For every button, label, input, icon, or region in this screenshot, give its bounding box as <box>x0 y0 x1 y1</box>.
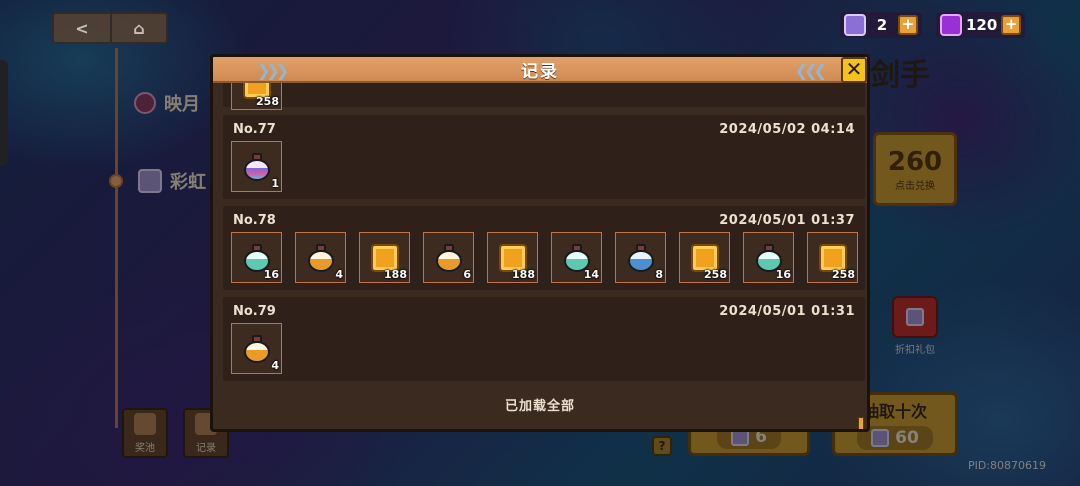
record-items: 4 <box>231 323 282 374</box>
reward-slot[interactable]: 258 <box>807 232 858 283</box>
nav-group: < ⌂ <box>52 12 168 44</box>
loaded-all-label: 已加载全部 <box>504 399 575 414</box>
home-button[interactable]: ⌂ <box>110 14 166 42</box>
add-gem-button[interactable]: + <box>1001 15 1022 35</box>
reward-qty: 14 <box>583 268 599 281</box>
record-time: 2024/05/01 01:31 <box>719 304 855 319</box>
gem-icon <box>940 14 962 36</box>
reward-slot[interactable]: 258 <box>679 232 730 283</box>
reward-slot[interactable]: 14 <box>551 232 602 283</box>
records-modal: 258 No.77 2024/05/02 04:14 1 No.78 2024/05/0… <box>210 54 870 432</box>
reward-slot[interactable]: 188 <box>359 232 410 283</box>
reward-qty: 1 <box>271 177 279 190</box>
modal-header: ❯❯❯ 记录 ❮❮❮ ✕ <box>213 57 867 83</box>
close-button[interactable]: ✕ <box>841 57 867 83</box>
record-number: No.77 <box>233 122 276 137</box>
record-row: No.78 2024/05/01 01:37 16 4 188 6 188 14 8 258 16 2… <box>223 206 865 290</box>
header-decor-icon: ❯❯❯ <box>257 61 289 80</box>
potion-icon <box>242 334 272 363</box>
gem-currency: 120 + <box>936 12 1026 38</box>
record-number: No.78 <box>233 213 276 228</box>
reward-slot[interactable]: 6 <box>423 232 474 283</box>
reward-qty: 16 <box>775 268 791 281</box>
reward-qty: 188 <box>512 268 535 281</box>
reward-qty: 4 <box>271 359 279 372</box>
reward-slot[interactable]: 188 <box>487 232 538 283</box>
record-time: 2024/05/01 01:37 <box>719 213 855 228</box>
reward-qty: 6 <box>463 268 471 281</box>
reward-slot[interactable]: 4 <box>295 232 346 283</box>
potion-icon <box>626 243 656 272</box>
ticket-count: 2 <box>876 16 888 34</box>
ticket-icon <box>844 14 866 36</box>
reward-qty: 188 <box>384 268 407 281</box>
record-row: No.79 2024/05/01 01:31 4 <box>223 297 865 381</box>
record-time: 2024/05/02 04:14 <box>719 122 855 137</box>
reward-slot[interactable]: 4 <box>231 323 282 374</box>
reward-qty: 258 <box>256 95 279 108</box>
home-icon: ⌂ <box>133 18 145 38</box>
back-icon: < <box>75 18 89 38</box>
reward-qty: 16 <box>263 268 279 281</box>
record-items: 1 <box>231 141 282 192</box>
potion-icon <box>306 243 336 272</box>
scrollbar-thumb[interactable] <box>858 417 864 429</box>
reward-slot[interactable]: 16 <box>231 232 282 283</box>
reward-qty: 4 <box>335 268 343 281</box>
ticket-currency: 2 + <box>840 12 922 38</box>
record-items: 16 4 188 6 188 14 8 258 16 258 <box>231 232 858 283</box>
gem-count: 120 <box>966 16 998 34</box>
reward-slot[interactable]: 8 <box>615 232 666 283</box>
reward-slot[interactable]: 1 <box>231 141 282 192</box>
potion-icon <box>434 243 464 272</box>
reward-qty: 258 <box>832 268 855 281</box>
header-decor-icon: ❮❮❮ <box>794 61 827 80</box>
add-ticket-button[interactable]: + <box>898 15 918 35</box>
reward-qty: 258 <box>704 268 727 281</box>
record-number: No.79 <box>233 304 276 319</box>
reward-qty: 8 <box>655 268 663 281</box>
back-button[interactable]: < <box>54 14 110 42</box>
potion-icon <box>242 152 272 181</box>
modal-title: 记录 <box>521 61 559 82</box>
reward-slot[interactable]: 16 <box>743 232 794 283</box>
record-row: No.77 2024/05/02 04:14 1 <box>223 115 865 199</box>
